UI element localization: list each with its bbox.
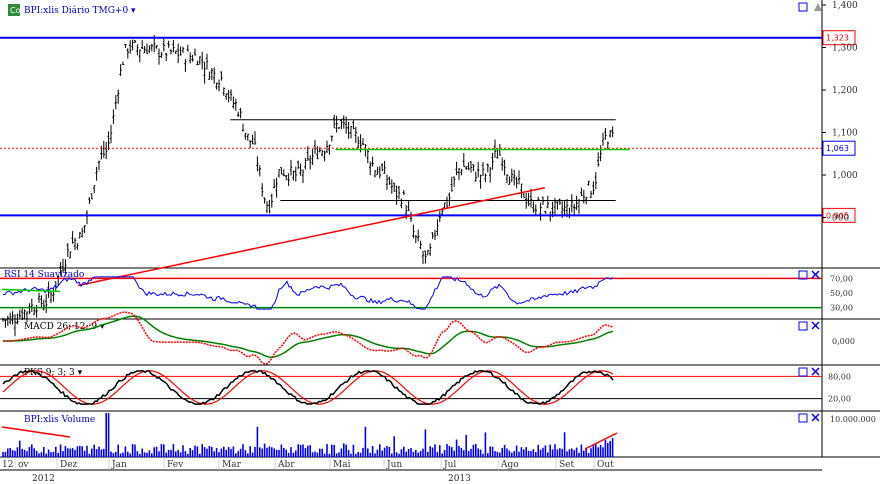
price-tick-label: 1,300 — [832, 44, 858, 54]
month-label: Set — [559, 460, 574, 470]
chart-root: 1,323 1,063 0,905 RSI 14 Suavizado 70,00 50,… — [0, 0, 880, 484]
month-label: Jun — [386, 460, 402, 470]
month-label: Abr — [277, 460, 295, 470]
price-tick-label: 1,100 — [832, 129, 858, 139]
price-tick-label: 1,200 — [832, 86, 858, 96]
level-tag-label: 1,063 — [826, 144, 849, 153]
month-label: Out — [597, 460, 614, 470]
month-label: 12 — [2, 460, 13, 470]
year-label: 2012 — [32, 474, 55, 484]
price-tick-label: 900 — [832, 214, 849, 224]
level-tag-label: 1,323 — [826, 34, 849, 43]
month-label: Jan — [111, 460, 127, 470]
month-label: Mar — [222, 460, 242, 470]
volume-title: BPI:xlis Volume — [24, 415, 95, 425]
month-label: Dez — [60, 460, 78, 470]
rsi-tick-label: 50,00 — [830, 289, 853, 298]
chart-header: Co BPI:xlis Diário TMG+0 ▾ — [8, 4, 136, 16]
year-label: 2013 — [448, 474, 471, 484]
month-label: Mai — [333, 460, 351, 470]
logo-text: Co — [10, 6, 21, 15]
month-label: Jul — [443, 460, 456, 470]
pks-tick-label: 20,00 — [828, 395, 851, 404]
chart-title[interactable]: BPI:xlis Diário TMG+0 ▾ — [24, 5, 136, 16]
month-label: Fev — [167, 460, 184, 470]
rsi-tick-label: 30,00 — [830, 304, 853, 313]
price-tick-label: 1,000 — [832, 171, 858, 181]
month-label: Ago — [500, 460, 519, 470]
macd-tick-label: 0,000 — [832, 337, 855, 346]
pks-tick-label: 80,00 — [828, 372, 851, 381]
price-tick-label: 1,400 — [832, 1, 858, 11]
rsi-tick-label: 70,00 — [830, 274, 853, 283]
volume-tick-label: 10.000.000 — [830, 415, 876, 424]
chart-canvas: 1,3231,0630,905 RSI 14 Suavizado 70,0050,… — [0, 0, 880, 484]
month-label: ov — [18, 460, 29, 470]
